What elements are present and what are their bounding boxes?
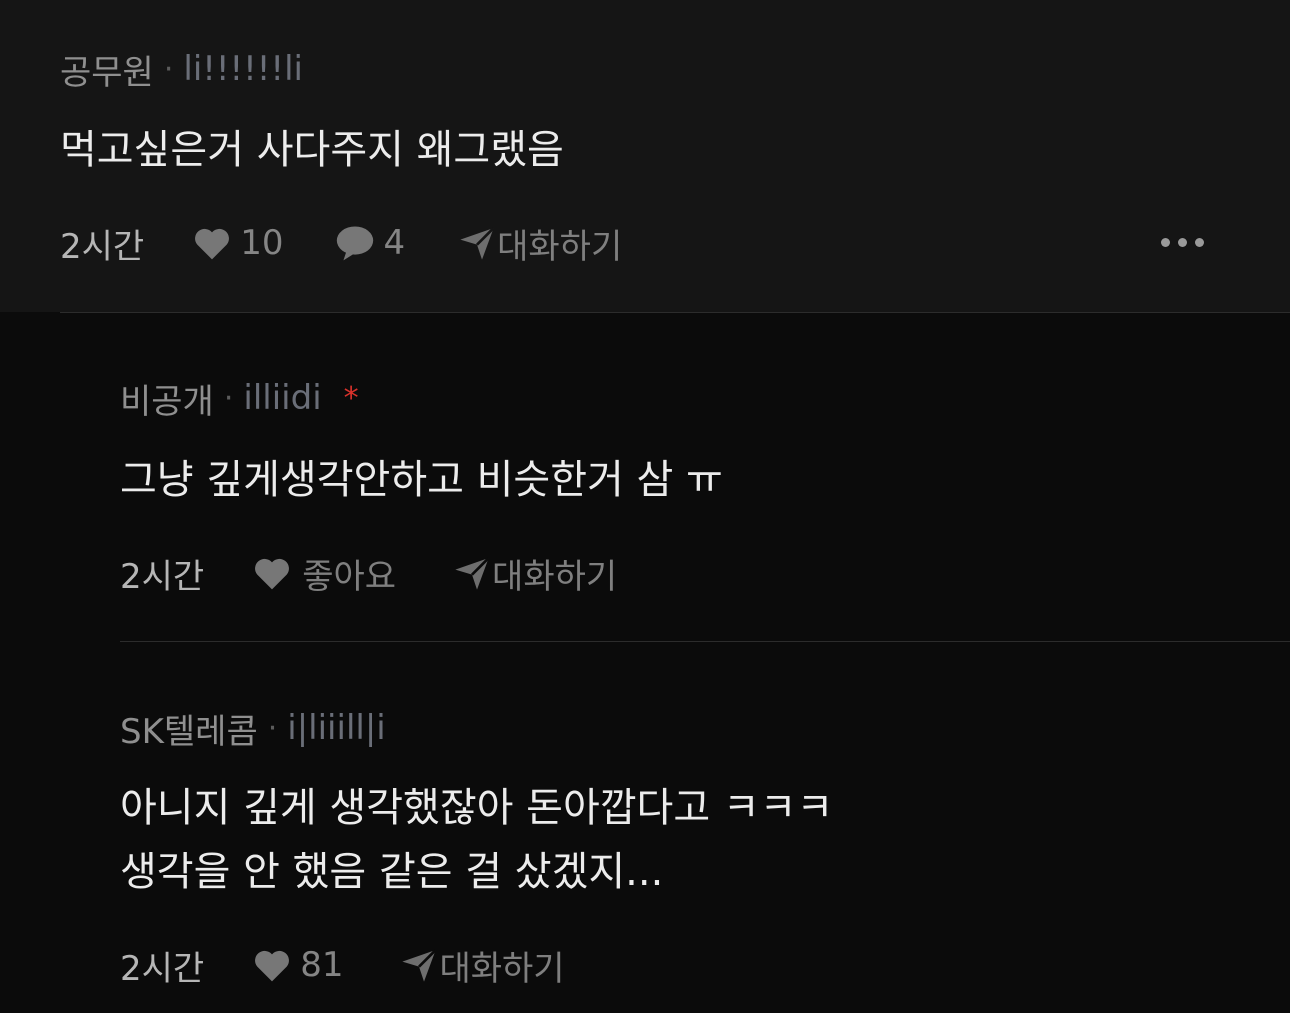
- chat-button[interactable]: 대화하기: [452, 549, 617, 598]
- like-count: 81: [300, 945, 344, 985]
- heart-icon: [255, 950, 290, 982]
- like-label: 좋아요: [302, 556, 397, 597]
- chat-button[interactable]: 대화하기: [399, 941, 565, 990]
- send-icon: [402, 949, 438, 982]
- divider: [60, 312, 1290, 313]
- chat-label: 대화하기: [497, 226, 623, 267]
- like-button[interactable]: 좋아요: [252, 549, 396, 598]
- send-icon: [460, 227, 495, 260]
- author-marker: *: [343, 380, 359, 416]
- chat-label: 대화하기: [439, 948, 565, 989]
- comment-1-actions: 2시간 10 4 대화하기: [60, 218, 622, 268]
- comment-text: 먹고싶은거 사다주지 왜그랬음: [60, 127, 564, 173]
- like-button[interactable]: 81: [252, 945, 343, 985]
- comment-time: 2시간: [120, 948, 205, 989]
- chat-button[interactable]: 대화하기: [457, 219, 622, 268]
- comment-3-actions: 2시간 81 대화하기: [120, 940, 565, 990]
- comment-1-meta: 공무원 · li!!!!!!li: [60, 45, 303, 94]
- comment-handle: i|liiill|i: [287, 708, 386, 748]
- heart-icon: [195, 228, 230, 260]
- divider: [120, 641, 1290, 642]
- like-count: 10: [240, 223, 284, 263]
- comment-author[interactable]: SK텔레콤: [120, 704, 258, 753]
- reply-count: 4: [383, 223, 406, 263]
- like-button[interactable]: 10: [192, 223, 283, 263]
- comment-2-actions: 2시간 좋아요 대화하기: [120, 548, 617, 598]
- more-dot: [1178, 238, 1187, 247]
- comment-author[interactable]: 비공개: [120, 374, 214, 423]
- comment-text-line: 생각을 안 했음 같은 걸 샀겠지...: [120, 849, 664, 895]
- comment-time: 2시간: [120, 556, 205, 597]
- more-dot: [1161, 238, 1170, 247]
- meta-separator: ·: [223, 380, 234, 416]
- comment-3-meta: SK텔레콤 · i|liiill|i: [120, 704, 386, 753]
- comment-text-line: 아니지 깊게 생각했잖아 돈아깝다고 ㅋㅋㅋ: [120, 785, 834, 831]
- more-options-button[interactable]: [1161, 238, 1204, 247]
- chat-label: 대화하기: [492, 556, 618, 597]
- speech-bubble-icon: [337, 226, 374, 261]
- reply-button[interactable]: 4: [335, 223, 405, 263]
- send-icon: [455, 557, 490, 590]
- more-dot: [1195, 238, 1204, 247]
- comment-2-meta: 비공개 · illiidi *: [120, 374, 359, 423]
- meta-separator: ·: [163, 51, 174, 87]
- comment-author[interactable]: 공무원: [60, 45, 154, 94]
- meta-separator: ·: [267, 710, 278, 746]
- comment-text: 그냥 깊게생각안하고 비슷한거 삼 ㅠ: [120, 457, 723, 503]
- comment-handle: li!!!!!!li: [183, 49, 303, 89]
- comment-time: 2시간: [60, 226, 145, 267]
- comment-handle: illiidi: [243, 378, 322, 418]
- heart-icon: [255, 558, 290, 590]
